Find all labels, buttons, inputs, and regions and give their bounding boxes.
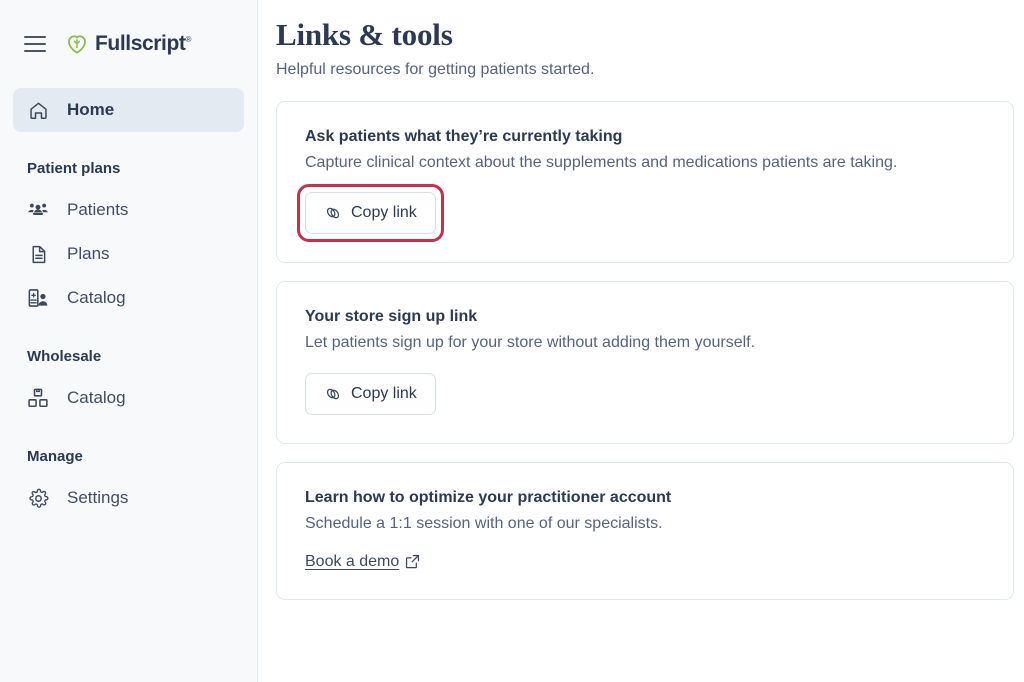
copy-link-button[interactable]: Copy link [305, 192, 436, 235]
sidebar-item-label: Settings [67, 488, 129, 507]
brand-wordmark: Fullscript® [95, 32, 192, 55]
boxes-icon [27, 387, 49, 409]
sidebar-section-title: Patient plans [27, 160, 121, 177]
card-title: Ask patients what they’re currently taki… [305, 128, 623, 146]
brand-logo[interactable]: Fullscript® [66, 32, 191, 56]
sidebar: Fullscript® Home Patient plans Patients … [0, 0, 258, 682]
card-description: Let patients sign up for your store with… [305, 334, 756, 352]
sidebar-item-plans[interactable]: Plans [13, 232, 244, 276]
trademark-symbol: ® [185, 35, 192, 44]
highlight-ring: Copy link [297, 184, 444, 243]
sidebar-section-title: Wholesale [27, 348, 102, 365]
sidebar-group-patient-plans: Patient plans Patients Plans Catalog [0, 160, 257, 320]
catalog-person-icon [27, 287, 49, 309]
button-label: Copy link [351, 204, 417, 222]
card-actions: Copy link [297, 184, 985, 243]
sidebar-item-label: Plans [67, 244, 110, 263]
card-actions: Copy link [305, 372, 985, 415]
sidebar-item-catalog-patient[interactable]: Catalog [13, 276, 244, 320]
link-icon [324, 204, 342, 222]
card-ask-patients: Ask patients what they’re currently taki… [276, 101, 1014, 264]
sidebar-item-home[interactable]: Home [13, 88, 244, 132]
sidebar-item-label: Catalog [67, 288, 126, 307]
people-icon [27, 199, 49, 221]
sidebar-item-catalog-wholesale[interactable]: Catalog [13, 376, 244, 420]
page-subtitle: Helpful resources for getting patients s… [276, 61, 595, 79]
sidebar-item-label: Patients [67, 200, 129, 219]
sidebar-group-manage: Manage Settings [0, 448, 257, 520]
card-description: Schedule a 1:1 session with one of our s… [305, 514, 663, 532]
main-content: Links & tools Helpful resources for gett… [258, 0, 1024, 682]
sidebar-section-title: Manage [27, 448, 83, 465]
gear-icon [27, 487, 49, 509]
sidebar-item-patients[interactable]: Patients [13, 188, 244, 232]
copy-link-button[interactable]: Copy link [305, 372, 436, 415]
sidebar-item-label: Home [67, 100, 115, 119]
hamburger-icon[interactable] [24, 36, 46, 52]
home-icon [27, 99, 49, 121]
card-description: Capture clinical context about the suppl… [305, 154, 898, 172]
card-store-signup: Your store sign up link Let patients sig… [276, 281, 1014, 444]
book-a-demo-link[interactable]: Book a demo [305, 553, 421, 571]
sidebar-item-label: Catalog [67, 388, 126, 407]
link-label: Book a demo [305, 552, 400, 570]
page-title: Links & tools [276, 17, 453, 52]
fullscript-leaf-icon [66, 33, 88, 55]
link-icon [324, 385, 342, 403]
document-icon [27, 243, 49, 265]
sidebar-item-settings[interactable]: Settings [13, 476, 244, 520]
card-optimize-account: Learn how to optimize your practitioner … [276, 461, 1014, 600]
card-actions: Book a demo [305, 553, 985, 571]
sidebar-header: Fullscript® [0, 0, 257, 88]
button-label: Copy link [351, 384, 417, 402]
button-wrap: Copy link [305, 372, 436, 415]
card-title: Your store sign up link [305, 308, 478, 326]
app-root: Fullscript® Home Patient plans Patients … [0, 0, 1024, 682]
card-title: Learn how to optimize your practitioner … [305, 488, 672, 506]
sidebar-group-wholesale: Wholesale Catalog [0, 348, 257, 420]
external-link-icon [404, 553, 421, 570]
